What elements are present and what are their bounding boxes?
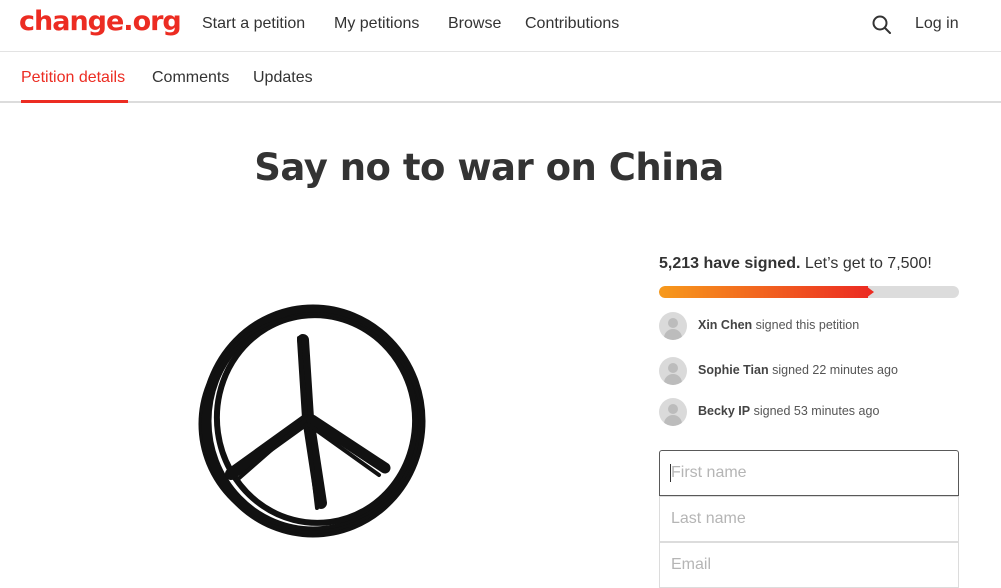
petition-title: Say no to war on China: [254, 146, 724, 189]
active-tab-indicator: [21, 100, 128, 103]
recent-signer: Sophie Tian signed 22 minutes ago: [659, 357, 959, 385]
top-navigation-bar: change.org Start a petition My petitions…: [0, 0, 1001, 52]
avatar: [659, 398, 687, 426]
tab-comments[interactable]: Comments: [152, 69, 229, 87]
signer-text: Xin Chen signed this petition: [698, 318, 859, 332]
signer-name: Sophie Tian: [698, 363, 769, 377]
signer-action: signed this petition: [755, 318, 860, 332]
signature-count: 5,213 have signed.: [659, 255, 801, 272]
sign-petition-form: [659, 450, 959, 588]
signer-text: Becky IP signed 53 minutes ago: [698, 404, 879, 418]
tab-updates[interactable]: Updates: [253, 69, 313, 87]
signer-text: Sophie Tian signed 22 minutes ago: [698, 363, 898, 377]
nav-contributions[interactable]: Contributions: [525, 15, 619, 33]
peace-symbol-image: [195, 298, 435, 543]
recent-signer: Becky IP signed 53 minutes ago: [659, 398, 959, 426]
email-input[interactable]: [659, 542, 959, 588]
recent-signer: Xin Chen signed this petition: [659, 312, 959, 340]
signer-action: signed 53 minutes ago: [753, 404, 880, 418]
progress-bar-tip: [866, 286, 874, 298]
tab-petition-details[interactable]: Petition details: [21, 69, 125, 87]
avatar: [659, 312, 687, 340]
petition-tabs: Petition details Comments Updates: [0, 53, 1001, 103]
first-name-input[interactable]: [659, 450, 959, 496]
nav-browse[interactable]: Browse: [448, 15, 501, 33]
signer-action: signed 22 minutes ago: [772, 363, 898, 377]
nav-my-petitions[interactable]: My petitions: [334, 15, 419, 33]
nav-start-a-petition[interactable]: Start a petition: [202, 15, 305, 33]
text-caret: [670, 464, 671, 482]
signer-name: Becky IP: [698, 404, 751, 418]
login-link[interactable]: Log in: [915, 15, 959, 33]
avatar: [659, 357, 687, 385]
search-icon[interactable]: [870, 13, 894, 37]
signature-progress-fill: [659, 286, 868, 298]
signature-progress-text: 5,213 have signed. Let’s get to 7,500!: [659, 255, 932, 273]
last-name-input[interactable]: [659, 496, 959, 542]
signer-name: Xin Chen: [698, 318, 753, 332]
signature-goal: Let’s get to 7,500!: [804, 255, 932, 272]
change-org-logo[interactable]: change.org: [19, 6, 182, 37]
signature-progress-bar: [659, 286, 959, 298]
